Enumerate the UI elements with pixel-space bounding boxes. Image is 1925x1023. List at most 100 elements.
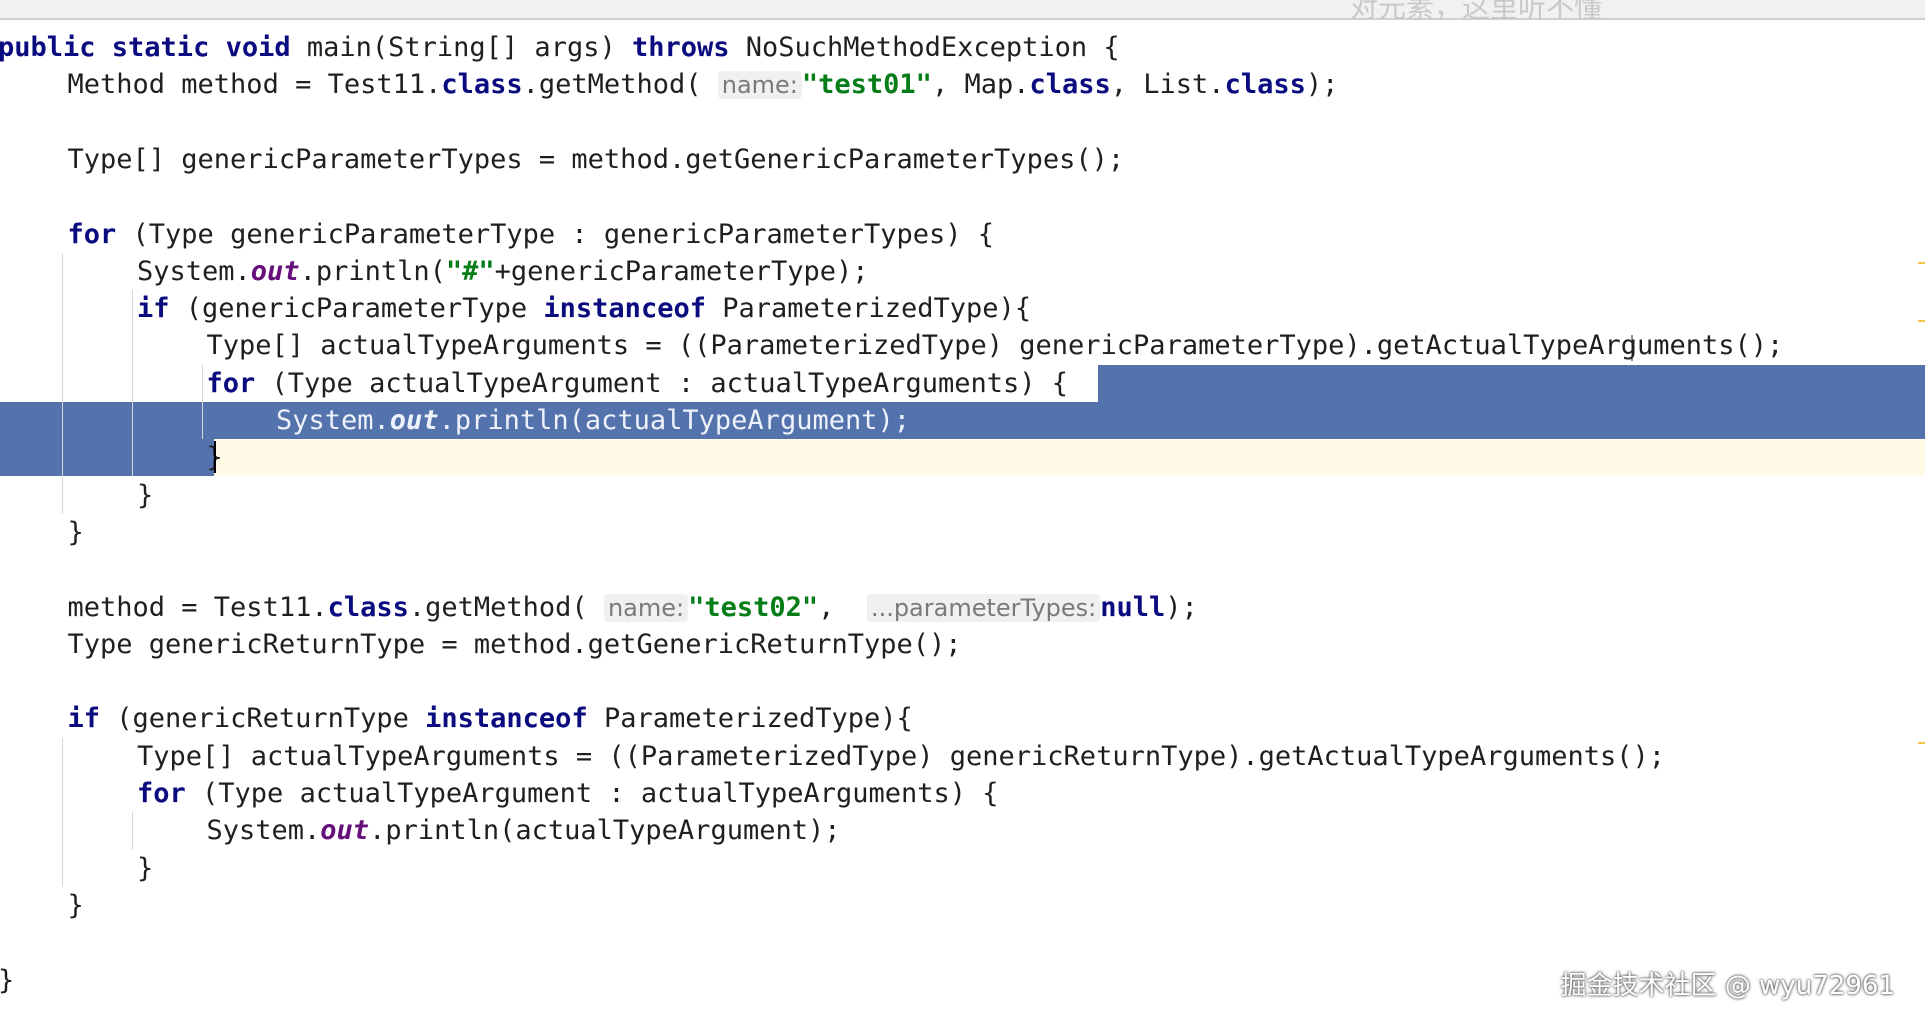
code-line[interactable]: System.out.println("#"+genericParameterT…	[0, 253, 1925, 290]
code-token: System.	[276, 405, 390, 436]
code-line[interactable]: }	[0, 514, 1925, 551]
keyword-token: null	[1100, 591, 1166, 623]
code-line[interactable]: Method method = Test11.class.getMethod( …	[0, 66, 1925, 103]
code-token: ,	[818, 591, 867, 623]
code-token: (Type genericParameterType : genericPara…	[132, 218, 995, 250]
code-line[interactable]: Type genericReturnType = method.getGener…	[0, 626, 1925, 663]
code-token: main(String[] args)	[306, 32, 632, 63]
code-text[interactable]: if (genericParameterType instanceof Para…	[137, 290, 1031, 327]
code-token: }	[67, 889, 84, 921]
field-token: out	[320, 815, 370, 847]
code-text[interactable]: }	[137, 477, 153, 514]
keyword-token: class	[1029, 69, 1111, 101]
code-text[interactable]: Type[] actualTypeArguments = ((Parameter…	[207, 327, 1784, 364]
code-text[interactable]: Method method = Test11.class.getMethod( …	[68, 66, 1339, 104]
code-token: System.	[206, 815, 321, 847]
code-text[interactable]: Type[] genericParameterTypes = method.ge…	[68, 141, 1125, 178]
code-token: , List.	[1110, 69, 1225, 101]
string-token: "test02"	[688, 591, 819, 623]
code-line[interactable]: }	[0, 887, 1925, 924]
code-line[interactable]: }	[0, 439, 1925, 477]
code-token: (genericParameterType	[185, 293, 544, 325]
code-text[interactable]: Type genericReturnType = method.getGener…	[68, 626, 962, 663]
code-line[interactable]: Type[] genericParameterTypes = method.ge…	[0, 141, 1925, 178]
keyword-token: for	[137, 778, 203, 809]
code-token: System.	[137, 255, 251, 287]
code-text[interactable]: Type[] actualTypeArguments = ((Parameter…	[137, 738, 1665, 775]
code-line[interactable]: }	[0, 850, 1925, 887]
code-text[interactable]: }	[0, 962, 14, 999]
code-line[interactable]: method = Test11.class.getMethod( name: "t…	[0, 589, 1925, 626]
code-line[interactable]: public static void main(String[] args) t…	[0, 29, 1925, 66]
code-line[interactable]: System.out.println(actualTypeArgument);	[0, 812, 1925, 849]
code-line[interactable]	[0, 178, 1925, 215]
code-token: Type genericReturnType = method.getGener…	[67, 628, 962, 660]
code-token: }	[137, 479, 154, 511]
keyword-token: class	[1224, 69, 1306, 101]
code-line[interactable]	[0, 104, 1925, 141]
indent-guide	[132, 290, 133, 477]
code-text[interactable]: }	[137, 850, 153, 887]
code-token: .getMethod(	[522, 69, 718, 101]
code-text[interactable]: }	[68, 887, 84, 924]
code-line[interactable]	[0, 924, 1925, 961]
code-token: .println(actualTypeArgument);	[438, 405, 910, 436]
keyword-token: throws	[631, 32, 746, 63]
code-text[interactable]: System.out.println("#"+genericParameterT…	[137, 253, 869, 290]
scrollbar-warning-marker[interactable]	[1918, 320, 1925, 322]
keyword-token: instanceof	[543, 293, 723, 325]
code-line[interactable]	[0, 663, 1925, 700]
code-line[interactable]: if (genericReturnType instanceof Paramet…	[0, 700, 1925, 737]
field-token: out	[389, 405, 439, 436]
code-text[interactable]: public static void main(String[] args) t…	[0, 29, 1120, 66]
string-token: "#"	[445, 255, 495, 287]
code-line[interactable]: Type[] actualTypeArguments = ((Parameter…	[0, 738, 1925, 775]
code-line[interactable]	[0, 551, 1925, 588]
indent-guide	[202, 364, 203, 440]
code-text[interactable]: for (Type actualTypeArgument : actualTyp…	[207, 365, 1069, 402]
code-token: (genericReturnType	[116, 703, 426, 735]
code-text[interactable]: System.out.println(actualTypeArgument);	[276, 402, 910, 439]
watermark-text: 掘金技术社区 @ wyu72961	[1560, 971, 1895, 1001]
code-token: (Type actualTypeArgument : actualTypeArg…	[271, 367, 1069, 399]
keyword-token: for	[67, 218, 133, 250]
code-token: , Map.	[931, 69, 1030, 101]
code-text[interactable]: }	[68, 514, 84, 551]
field-token: out	[250, 255, 300, 287]
indent-guide	[132, 812, 133, 850]
code-token: method = Test11.	[67, 591, 328, 623]
keyword-token: class	[441, 69, 523, 101]
code-text[interactable]: for (Type actualTypeArgument : actualTyp…	[137, 775, 999, 812]
code-line[interactable]: }	[0, 477, 1925, 514]
indent-guide	[62, 252, 63, 514]
code-text[interactable]: System.out.println(actualTypeArgument);	[207, 812, 841, 849]
code-token: }	[0, 965, 14, 996]
code-token: ParameterizedType){	[722, 293, 1032, 325]
code-line[interactable]: Type[] actualTypeArguments = ((Parameter…	[0, 327, 1925, 364]
code-token: .println(actualTypeArgument);	[369, 815, 841, 847]
code-token: +genericParameterType);	[494, 255, 869, 287]
code-text[interactable]: method = Test11.class.getMethod( name: "t…	[68, 589, 1198, 627]
keyword-token: if	[137, 293, 186, 325]
code-token: }	[67, 516, 84, 548]
code-token: .getMethod(	[408, 591, 604, 623]
keyword-token: for	[206, 367, 272, 399]
text-caret	[214, 441, 216, 474]
keyword-token: instanceof	[425, 703, 604, 735]
code-line[interactable]: for (Type actualTypeArgument : actualTyp…	[0, 364, 1925, 402]
overlay-comment-text: 对元素，这里听不懂	[1350, 0, 1603, 24]
code-text[interactable]: if (genericReturnType instanceof Paramet…	[68, 700, 913, 737]
code-line[interactable]: for (Type actualTypeArgument : actualTyp…	[0, 775, 1925, 812]
code-line[interactable]: System.out.println(actualTypeArgument);	[0, 402, 1925, 439]
window-top-bar: 对元素，这里听不懂	[0, 0, 1925, 24]
code-token: .println(	[299, 255, 446, 287]
parameter-hint: name:	[717, 71, 802, 100]
keyword-token: class	[327, 591, 409, 623]
scrollbar-warning-marker[interactable]	[1918, 742, 1925, 744]
text-cursor-icon	[1631, 335, 1633, 361]
code-line[interactable]: if (genericParameterType instanceof Para…	[0, 290, 1925, 327]
code-text[interactable]: for (Type genericParameterType : generic…	[68, 216, 995, 253]
code-line[interactable]: for (Type genericParameterType : generic…	[0, 216, 1925, 253]
keyword-token: public static void	[0, 32, 307, 63]
scrollbar-warning-marker[interactable]	[1918, 262, 1925, 264]
